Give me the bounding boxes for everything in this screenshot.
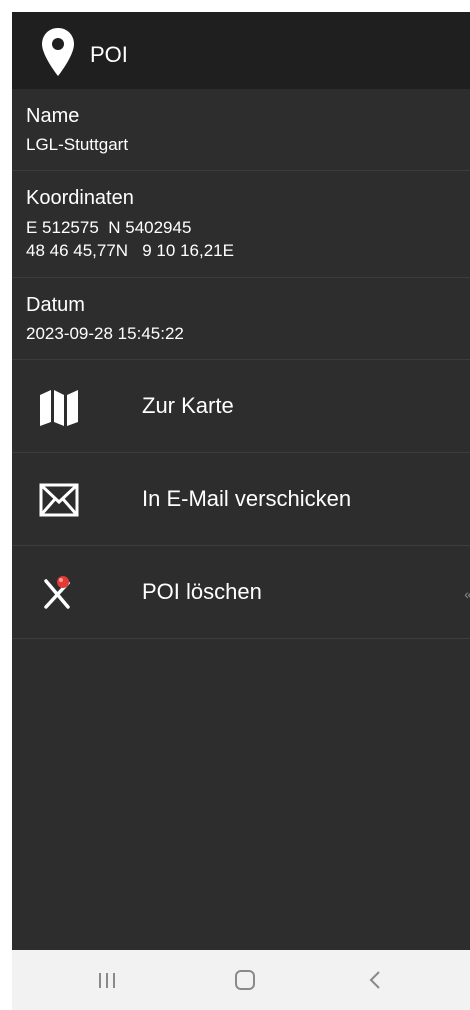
- coordinates-geo: 48 46 45,77N 9 10 16,21E: [26, 241, 234, 260]
- date-label: Datum: [26, 294, 85, 316]
- map-icon: [40, 390, 78, 426]
- page-title: POI: [90, 42, 128, 67]
- send-email-label: In E-Mail verschicken: [142, 486, 352, 511]
- name-section: Name LGL-Stuttgart: [12, 89, 470, 171]
- coordinates-section: Koordinaten E 512575 N 5402945 48 46 45,…: [12, 171, 470, 278]
- recent-apps-button[interactable]: [67, 950, 147, 1010]
- date-value: 2023-09-28 15:45:22: [26, 324, 184, 343]
- back-icon: [369, 971, 380, 989]
- home-icon: [235, 970, 255, 990]
- name-label: Name: [26, 105, 80, 127]
- system-navigation-bar: [12, 950, 470, 1010]
- show-on-map-button[interactable]: Zur Karte: [12, 360, 470, 453]
- recent-apps-icon: [99, 973, 115, 988]
- mail-icon: [39, 483, 79, 517]
- coordinates-label: Koordinaten: [26, 187, 134, 209]
- date-section: Datum 2023-09-28 15:45:22: [12, 278, 470, 360]
- overflow-hint-icon: «: [464, 586, 470, 602]
- home-button[interactable]: [206, 950, 286, 1010]
- delete-pin-icon: [44, 576, 70, 609]
- show-on-map-label: Zur Karte: [142, 393, 234, 418]
- back-button[interactable]: [335, 950, 415, 1010]
- send-email-button[interactable]: In E-Mail verschicken: [12, 453, 470, 546]
- coordinates-utm: E 512575 N 5402945: [26, 218, 192, 237]
- app-screen: POI Name LGL-Stuttgart Koordinaten E 512…: [12, 12, 470, 1010]
- app-bar: POI: [12, 12, 470, 89]
- delete-poi-label: POI löschen: [142, 579, 262, 604]
- page: POI Name LGL-Stuttgart Koordinaten E 512…: [0, 0, 470, 1010]
- delete-poi-button[interactable]: POI löschen «: [12, 546, 470, 639]
- map-pin-icon: [42, 28, 74, 76]
- name-value: LGL-Stuttgart: [26, 135, 129, 154]
